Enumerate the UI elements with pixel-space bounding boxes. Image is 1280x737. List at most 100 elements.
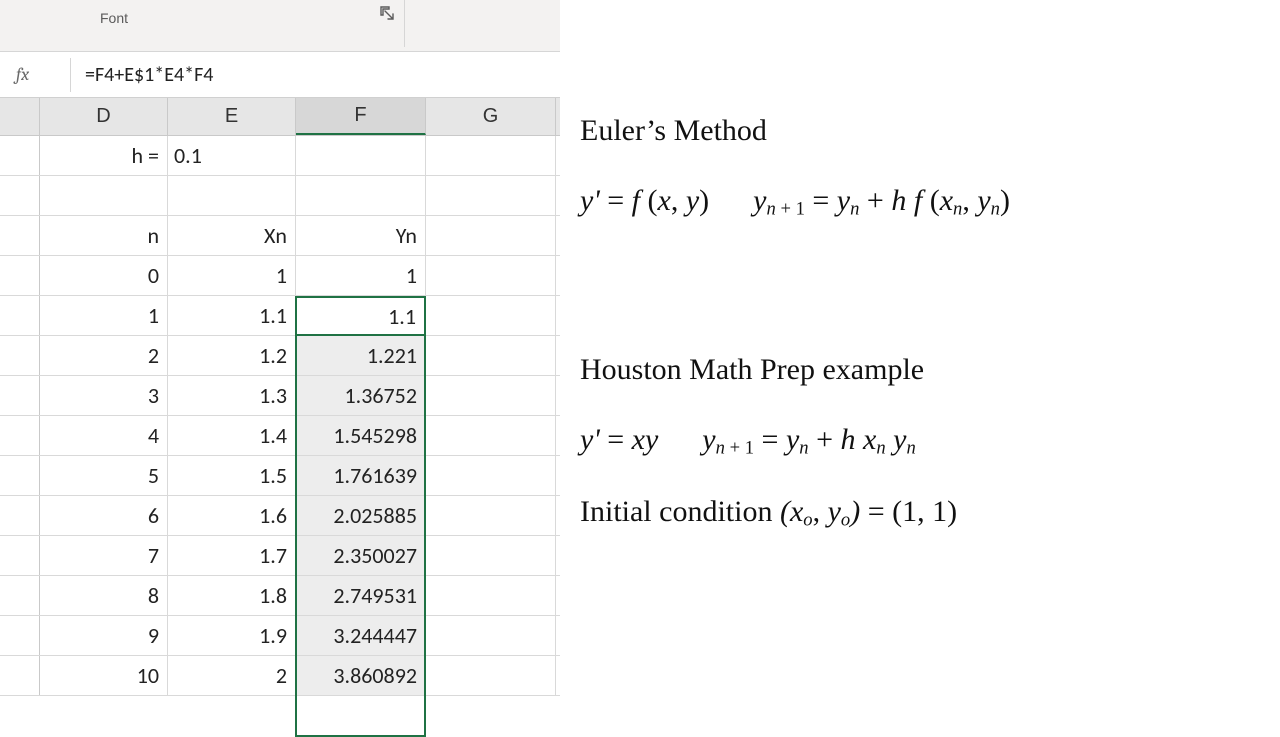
cell-yn[interactable]: 3.860892 (296, 656, 426, 695)
recursion-example: yn + 1 = yn + h xn yn (702, 423, 915, 460)
cell[interactable] (426, 256, 556, 295)
cell[interactable] (426, 296, 556, 335)
cell-n[interactable]: 8 (40, 576, 168, 615)
cell-xn[interactable]: 1.1 (168, 296, 296, 335)
cell-yn[interactable]: 2.350027 (296, 536, 426, 575)
cell-xn[interactable]: 1.4 (168, 416, 296, 455)
cell-xn[interactable]: 1.3 (168, 376, 296, 415)
cell-xn[interactable]: 2 (168, 656, 296, 695)
cell-n[interactable]: 2 (40, 336, 168, 375)
row-header[interactable] (0, 496, 40, 535)
cell-n[interactable]: 4 (40, 416, 168, 455)
cell-grid[interactable]: h = 0.1 n Xn Yn 0 1 1 1 (0, 136, 560, 696)
row-header[interactable] (0, 376, 40, 415)
table-row: 6 1.6 2.025885 (0, 496, 560, 536)
column-header-F[interactable]: F (296, 98, 426, 135)
row-header[interactable] (0, 296, 40, 335)
table-row: 7 1.7 2.350027 (0, 536, 560, 576)
table-row: 3 1.3 1.36752 (0, 376, 560, 416)
cell[interactable]: 0.1 (168, 136, 296, 175)
cell[interactable] (426, 416, 556, 455)
cell[interactable] (168, 176, 296, 215)
ode-example: y' = xy (580, 423, 658, 460)
grid-row: n Xn Yn (0, 216, 560, 256)
row-header[interactable] (0, 576, 40, 615)
cell-n[interactable]: 0 (40, 256, 168, 295)
cell-xn[interactable]: 1.8 (168, 576, 296, 615)
column-header-G[interactable]: G (426, 98, 556, 135)
formula-input[interactable] (71, 63, 560, 87)
cell[interactable] (426, 136, 556, 175)
table-row: 0 1 1 (0, 256, 560, 296)
row-header[interactable] (0, 536, 40, 575)
cell-n[interactable]: 6 (40, 496, 168, 535)
cell[interactable] (426, 536, 556, 575)
cell-yn[interactable]: 3.244447 (296, 616, 426, 655)
cell-header-n[interactable]: n (40, 216, 168, 255)
table-row: 8 1.8 2.749531 (0, 576, 560, 616)
table-row: 9 1.9 3.244447 (0, 616, 560, 656)
insert-function-icon[interactable]: fx (10, 64, 70, 85)
cell[interactable] (426, 576, 556, 615)
cell-yn[interactable]: 1.545298 (296, 416, 426, 455)
ribbon-group-font-label: Font (100, 10, 128, 26)
cell-yn[interactable]: 1.221 (296, 336, 426, 375)
cell-xn[interactable]: 1.9 (168, 616, 296, 655)
cell[interactable] (426, 456, 556, 495)
cell-yn[interactable]: 1 (296, 256, 426, 295)
row-header[interactable] (0, 456, 40, 495)
formula-bar: fx (0, 52, 560, 98)
cell-n[interactable]: 7 (40, 536, 168, 575)
row-header[interactable] (0, 616, 40, 655)
cell[interactable] (40, 176, 168, 215)
dialog-launcher-icon[interactable] (378, 4, 396, 22)
row-header[interactable] (0, 256, 40, 295)
cell-xn[interactable]: 1.6 (168, 496, 296, 535)
cell-yn[interactable]: 1.36752 (296, 376, 426, 415)
table-row: 5 1.5 1.761639 (0, 456, 560, 496)
row-header[interactable] (0, 216, 40, 255)
cell[interactable] (426, 176, 556, 215)
row-header[interactable] (0, 656, 40, 695)
cell-n[interactable]: 10 (40, 656, 168, 695)
ribbon-separator (404, 0, 405, 47)
ode-general: y' = f (x, y) (580, 184, 709, 221)
cell-n[interactable]: 5 (40, 456, 168, 495)
cell[interactable] (426, 656, 556, 695)
cell[interactable] (426, 496, 556, 535)
select-all-corner[interactable] (0, 98, 40, 135)
grid-row: h = 0.1 (0, 136, 560, 176)
row-header[interactable] (0, 176, 40, 215)
cell[interactable] (426, 616, 556, 655)
cell-n[interactable]: 1 (40, 296, 168, 335)
table-row: 10 2 3.860892 (0, 656, 560, 696)
row-header[interactable] (0, 416, 40, 455)
cell[interactable] (426, 336, 556, 375)
cell-n[interactable]: 3 (40, 376, 168, 415)
cell-yn[interactable]: 2.025885 (296, 496, 426, 535)
cell-header-xn[interactable]: Xn (168, 216, 296, 255)
cell-yn[interactable]: 2.749531 (296, 576, 426, 615)
column-header-D[interactable]: D (40, 98, 168, 135)
cell[interactable]: h = (40, 136, 168, 175)
cell[interactable] (426, 376, 556, 415)
row-header[interactable] (0, 336, 40, 375)
row-header[interactable] (0, 136, 40, 175)
cell-xn[interactable]: 1.5 (168, 456, 296, 495)
initial-label: Initial condition (580, 495, 780, 528)
notes-pane: Euler’s Method y' = f (x, y) yn + 1 = yn… (580, 0, 1280, 720)
notes-general-equations: y' = f (x, y) yn + 1 = yn + h f (xn, yn) (580, 184, 1280, 221)
cell-xn[interactable]: 1.2 (168, 336, 296, 375)
cell[interactable] (296, 136, 426, 175)
column-header-E[interactable]: E (168, 98, 296, 135)
cell-xn[interactable]: 1 (168, 256, 296, 295)
grid-row (0, 176, 560, 216)
cell-header-yn[interactable]: Yn (296, 216, 426, 255)
cell-n[interactable]: 9 (40, 616, 168, 655)
cell-yn[interactable]: 1.1 (296, 296, 426, 335)
cell[interactable] (296, 176, 426, 215)
cell-yn[interactable]: 1.761639 (296, 456, 426, 495)
cell[interactable] (426, 216, 556, 255)
cell-xn[interactable]: 1.7 (168, 536, 296, 575)
table-row: 2 1.2 1.221 (0, 336, 560, 376)
